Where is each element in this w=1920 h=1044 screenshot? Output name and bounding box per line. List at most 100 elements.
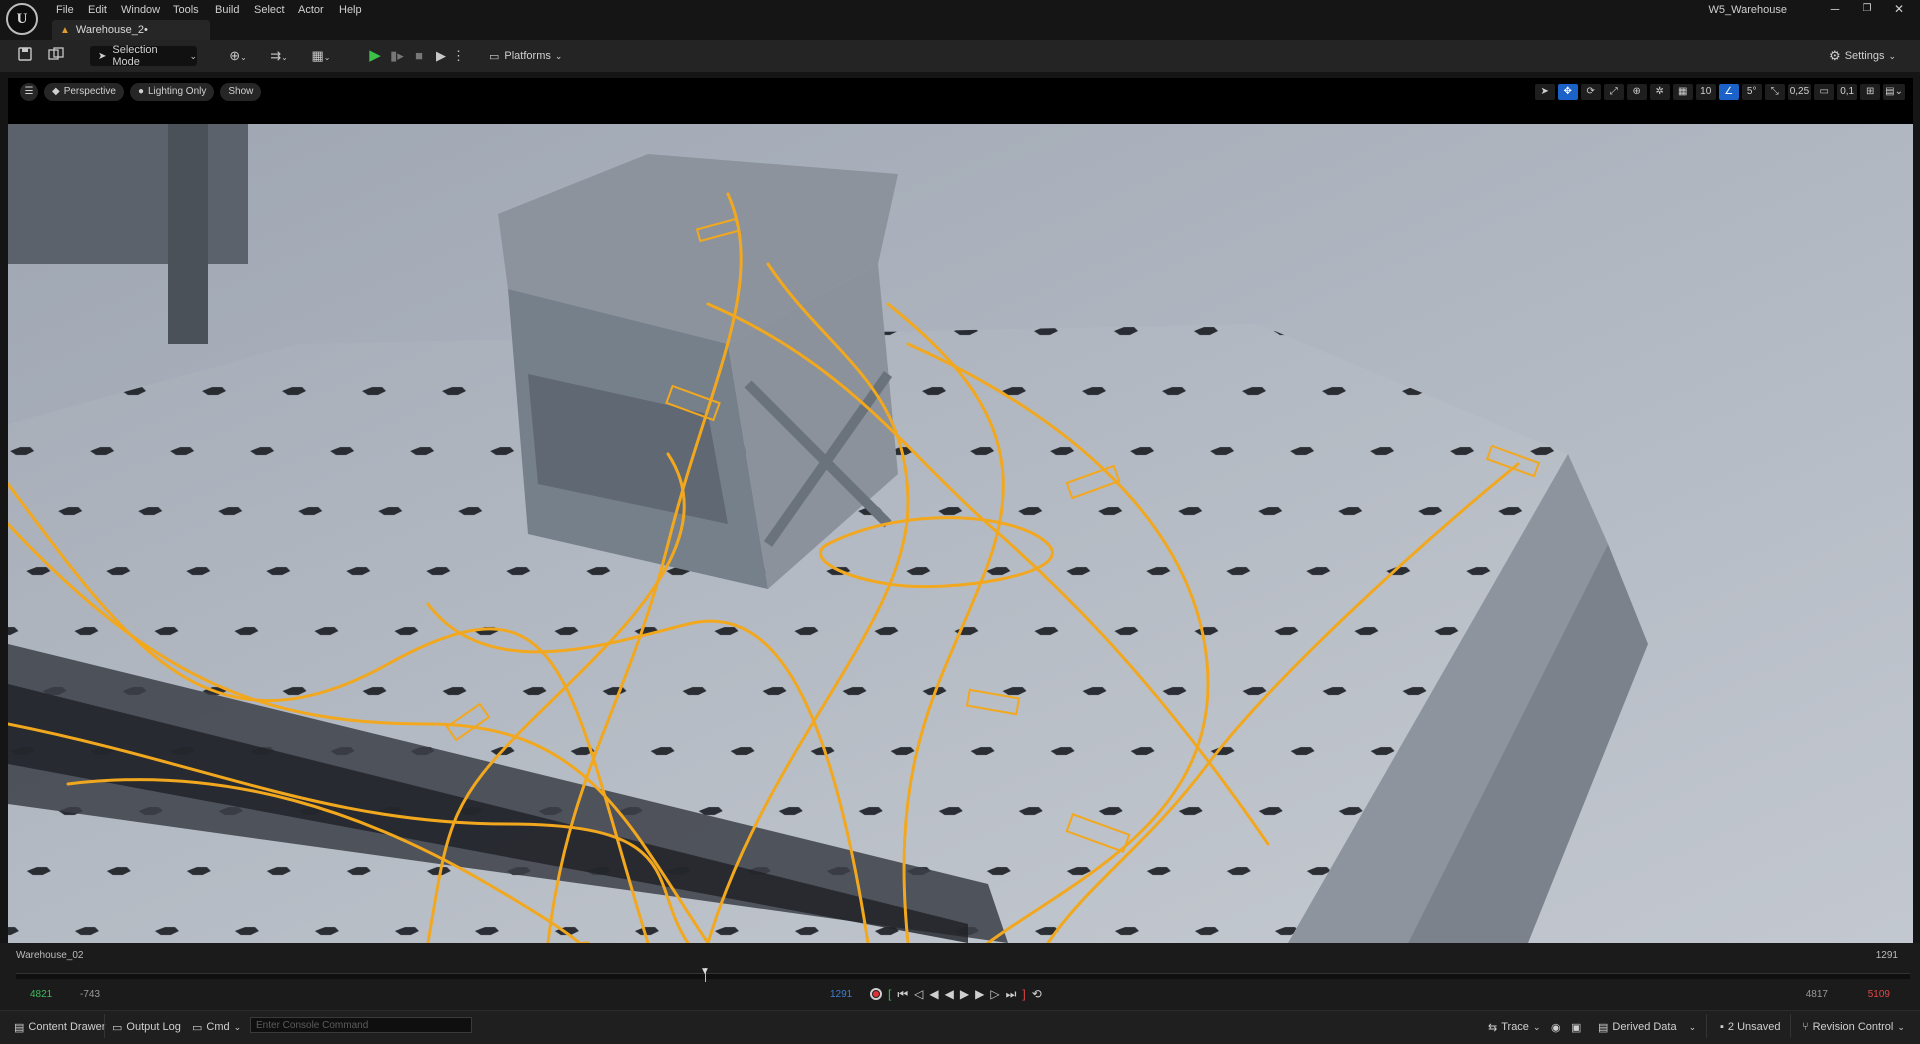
level-tab-label: Warehouse_2•: [75, 24, 148, 36]
sequence-name: Warehouse_02: [16, 950, 84, 961]
end-view-frame[interactable]: 4817: [1806, 989, 1828, 1000]
viewport-options-group: ☰ ◆ Perspective ● Lighting Only Show: [20, 83, 262, 101]
revision-control-icon: ⑂: [1802, 1021, 1809, 1033]
eject-icon[interactable]: ▶: [432, 47, 450, 65]
rotation-snap-icon[interactable]: ∠: [1718, 84, 1739, 100]
stop-icon[interactable]: ■: [410, 47, 428, 65]
play-reverse-icon[interactable]: ◀: [945, 987, 954, 1001]
record-trace-icon[interactable]: ◉: [1551, 1019, 1561, 1035]
menu-build[interactable]: Build: [215, 3, 239, 17]
chevron-down-icon: ⌄: [1688, 1021, 1697, 1032]
show-button[interactable]: Show: [220, 83, 262, 101]
rotation-snap-value[interactable]: 5°: [1741, 84, 1762, 100]
divider: [1790, 1014, 1791, 1038]
chevron-down-icon: ⌄: [1888, 50, 1896, 61]
gear-icon: ⚙: [1829, 48, 1841, 63]
view-mode-button[interactable]: ● Lighting Only: [129, 83, 215, 101]
restore-button[interactable]: ❐: [1851, 0, 1883, 18]
viewport-scene[interactable]: [8, 124, 1913, 943]
camera-speed-value[interactable]: 0,1: [1837, 84, 1858, 100]
surface-snap-icon[interactable]: ✲: [1649, 84, 1670, 100]
output-log-button[interactable]: ▭ Output Log: [112, 1019, 181, 1035]
jump-to-start-icon[interactable]: ⏮: [897, 987, 908, 1002]
start-view-frame[interactable]: -743: [80, 989, 100, 1000]
add-actor-icon[interactable]: ⊕⌄: [223, 47, 253, 65]
revision-control-dropdown[interactable]: ⑂ Revision Control ⌄: [1802, 1019, 1905, 1035]
cursor-icon: ➤: [98, 50, 107, 62]
menu-help[interactable]: Help: [339, 3, 362, 17]
unsaved-button[interactable]: ▪ 2 Unsaved: [1720, 1019, 1781, 1035]
drawer-icon: ▤: [14, 1021, 25, 1034]
world-space-icon[interactable]: ⊕: [1626, 84, 1647, 100]
next-frame-icon[interactable]: ▶: [975, 987, 984, 1001]
menu-tools[interactable]: Tools: [173, 3, 199, 17]
menu-file[interactable]: File: [56, 3, 74, 17]
play-forward-icon[interactable]: ▶: [960, 987, 969, 1001]
log-icon: ▭: [112, 1021, 123, 1034]
save-icon[interactable]: [16, 47, 34, 65]
content-browser-icon[interactable]: [47, 47, 65, 65]
title-bar: [0, 0, 1920, 40]
platforms-icon: ▭: [489, 50, 500, 63]
selection-mode-dropdown[interactable]: ➤ Selection Mode ⌄: [90, 44, 197, 68]
next-key-icon[interactable]: ▷: [990, 987, 999, 1001]
grid-snap-value[interactable]: 10: [1695, 84, 1716, 100]
prev-key-icon[interactable]: ◁: [914, 987, 923, 1001]
select-tool-icon[interactable]: ➤: [1534, 84, 1555, 100]
grid-snap-icon[interactable]: ▦: [1672, 84, 1693, 100]
menu-edit[interactable]: Edit: [88, 3, 107, 17]
chevron-down-icon: ⌄: [554, 50, 563, 61]
window-title: W5_Warehouse: [1708, 4, 1787, 16]
loop-icon[interactable]: ⟲: [1032, 987, 1042, 1001]
record-button[interactable]: [870, 988, 882, 1000]
settings-dropdown[interactable]: ⚙ Settings ⌄: [1829, 47, 1896, 65]
end-frame-display: 1291: [1875, 950, 1898, 961]
layout-icon[interactable]: ▤⌄: [1883, 84, 1905, 100]
level-document-tab[interactable]: ▲ Warehouse_2•: [52, 20, 210, 40]
start-in-frame[interactable]: 4821: [30, 989, 52, 1000]
unreal-logo-icon[interactable]: U: [6, 3, 38, 35]
scale-snap-icon[interactable]: ⤡: [1764, 84, 1785, 100]
menu-window[interactable]: Window: [121, 3, 160, 17]
advance-frame-icon[interactable]: ▮▸: [388, 47, 406, 65]
trace-icon: ⇆: [1488, 1021, 1498, 1034]
menu-select[interactable]: Select: [254, 3, 285, 17]
set-end-icon[interactable]: ]: [1022, 987, 1025, 1001]
content-drawer-button[interactable]: ▤ Content Drawer: [14, 1019, 105, 1035]
end-out-frame[interactable]: 5109: [1868, 989, 1890, 1000]
perspective-button[interactable]: ◆ Perspective: [44, 83, 124, 101]
minimize-button[interactable]: ─: [1819, 0, 1851, 18]
trace-dropdown[interactable]: ⇆ Trace ⌄: [1488, 1019, 1540, 1035]
bulb-icon: ●: [137, 86, 144, 97]
viewport-menu-icon[interactable]: ☰: [20, 83, 38, 101]
screenshot-icon[interactable]: ▣: [1571, 1019, 1581, 1035]
prev-frame-icon[interactable]: ◀: [929, 987, 938, 1001]
set-start-icon[interactable]: [: [888, 987, 891, 1001]
derived-data-dropdown[interactable]: ▤ Derived Data ⌄: [1598, 1019, 1696, 1035]
level-icon: ▲: [60, 24, 70, 36]
settings-label: Settings: [1844, 50, 1885, 62]
maximize-viewport-icon[interactable]: ⊞: [1860, 84, 1881, 100]
timeline-track[interactable]: [16, 973, 1910, 979]
jump-to-end-icon[interactable]: ⏭: [1006, 987, 1017, 1002]
playhead-icon[interactable]: ▼: [700, 966, 710, 977]
rotate-tool-icon[interactable]: ⟳: [1580, 84, 1601, 100]
blueprint-icon[interactable]: ⇉⌄: [263, 47, 295, 65]
menu-actor[interactable]: Actor: [298, 3, 324, 17]
platforms-dropdown[interactable]: ▭ Platforms ⌄: [489, 47, 562, 65]
camera-speed-icon[interactable]: ▭: [1814, 84, 1835, 100]
cube-icon: ◆: [52, 86, 60, 97]
cmd-dropdown[interactable]: ▭ Cmd ⌄: [192, 1019, 241, 1035]
scale-snap-value[interactable]: 0,25: [1787, 84, 1812, 100]
background-pillar: [168, 124, 208, 344]
current-frame-field[interactable]: 1291: [830, 989, 852, 1000]
translate-tool-icon[interactable]: ✥: [1557, 84, 1578, 100]
derived-data-icon: ▤: [1598, 1021, 1609, 1034]
console-command-input[interactable]: [250, 1017, 472, 1033]
more-options-icon[interactable]: ⋮: [452, 47, 465, 65]
cinematics-icon[interactable]: ▦⌄: [305, 47, 337, 65]
scale-tool-icon[interactable]: ⤢: [1603, 84, 1624, 100]
chevron-down-icon: ⌄: [1532, 1021, 1541, 1032]
play-icon[interactable]: ▶: [366, 47, 384, 65]
close-button[interactable]: ✕: [1883, 0, 1915, 18]
